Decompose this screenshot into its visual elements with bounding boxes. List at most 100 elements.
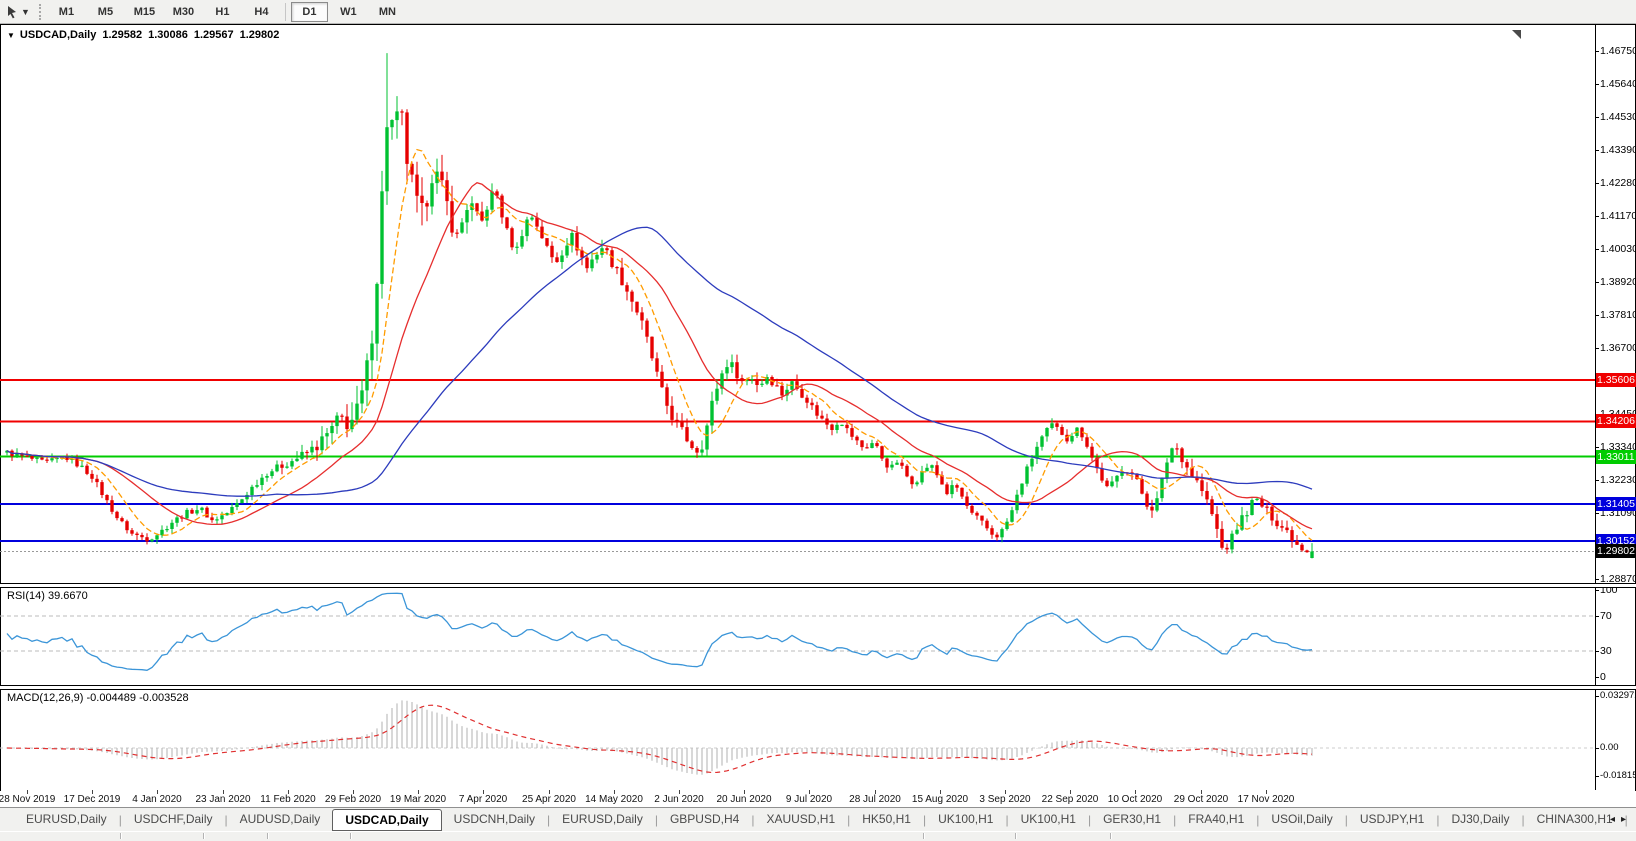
rsi-tickmark [1595, 677, 1599, 678]
date-label: 29 Feb 2020 [324, 794, 382, 805]
date-tickmark [223, 790, 224, 794]
date-label: 20 Jun 2020 [716, 794, 772, 805]
ohlc-high: 1.30086 [148, 29, 188, 41]
date-tickmark [940, 790, 941, 794]
cursor-tool-dropdown-icon[interactable]: ▼ [21, 7, 30, 17]
date-tickmark [809, 790, 810, 794]
timeframe-button-m1[interactable]: M1 [48, 2, 85, 22]
macd-signal-value: -0.003528 [139, 692, 189, 704]
tab-uk100-h1[interactable]: UK100,H1 [1009, 809, 1088, 830]
price-tickmark [1595, 150, 1599, 151]
date-label: 10 Oct 2020 [1107, 794, 1163, 805]
tab-scroll-arrows: ◂▸ [1610, 814, 1632, 825]
date-label: 28 Nov 2019 [0, 794, 56, 805]
price-tickmark [1595, 282, 1599, 283]
timeframe-button-mn[interactable]: MN [369, 2, 406, 22]
date-tickmark [1135, 790, 1136, 794]
date-tickmark [1201, 790, 1202, 794]
tab-scroll-left-icon[interactable]: ◂ [1610, 814, 1621, 825]
status-bar-divider [120, 833, 122, 839]
tab-scroll-right-icon[interactable]: ▸ [1621, 814, 1632, 825]
status-bar-divider [1110, 833, 1112, 839]
price-tick-label: 1.43390 [1600, 144, 1636, 156]
timeframe-button-d1[interactable]: D1 [290, 1, 328, 22]
rsi-value: 39.6670 [47, 590, 88, 602]
macd-tick-label: -0.018154 [1600, 770, 1636, 781]
status-bar-divider [923, 833, 925, 839]
price-tick-label: 1.32230 [1600, 474, 1636, 486]
date-tickmark [92, 790, 93, 794]
price-tickmark [1595, 480, 1599, 481]
cursor-tool-icon[interactable] [4, 4, 20, 20]
date-tickmark [353, 790, 354, 794]
price-tag: 1.34206 [1596, 414, 1636, 428]
date-label: 25 Apr 2020 [522, 794, 576, 805]
timeframe-button-m15[interactable]: M15 [126, 2, 163, 22]
tab-hk50-h1[interactable]: HK50,H1 [850, 809, 923, 830]
date-tickmark [744, 790, 745, 794]
tab-uk100-h1[interactable]: UK100,H1 [926, 809, 1005, 830]
macd-main-value: -0.004489 [86, 692, 137, 704]
tab-usoil-daily[interactable]: USOil,Daily [1259, 809, 1344, 830]
timeframe-button-w1[interactable]: W1 [330, 2, 367, 22]
date-tickmark [27, 790, 28, 794]
tab-usdchf-daily[interactable]: USDCHF,Daily [122, 809, 225, 830]
timeframe-button-m30[interactable]: M30 [165, 2, 202, 22]
price-tick-label: 1.42280 [1600, 177, 1636, 189]
date-label: 28 Jul 2020 [849, 794, 901, 805]
price-tag: 1.31405 [1596, 497, 1636, 511]
chart-shift-marker[interactable] [1512, 30, 1521, 39]
rsi-tick-label: 70 [1600, 610, 1612, 622]
timeframe-button-h1[interactable]: H1 [204, 2, 241, 22]
price-axis-border [1595, 24, 1596, 790]
tab-usdjpy-h1[interactable]: USDJPY,H1 [1348, 809, 1436, 830]
tab-audusd-daily[interactable]: AUDUSD,Daily [228, 809, 333, 830]
macd-panel-canvas[interactable] [0, 689, 1595, 790]
collapse-indicator-icon[interactable]: ▼ [7, 31, 15, 40]
date-tickmark [875, 790, 876, 794]
main-chart-canvas[interactable] [0, 25, 1595, 583]
date-tickmark [614, 790, 615, 794]
price-tickmark [1595, 249, 1599, 250]
date-tickmark [679, 790, 680, 794]
date-label: 3 Sep 2020 [979, 794, 1031, 805]
rsi-panel-canvas[interactable] [0, 587, 1595, 685]
tab-eurusd-daily[interactable]: EURUSD,Daily [14, 809, 119, 830]
price-tickmark [1595, 447, 1599, 448]
date-label: 7 Apr 2020 [458, 794, 508, 805]
tab-usdcad-daily[interactable]: USDCAD,Daily [332, 808, 442, 831]
price-tickmark [1595, 183, 1599, 184]
date-tickmark [1266, 790, 1267, 794]
tab-ger30-h1[interactable]: GER30,H1 [1091, 809, 1173, 830]
date-tickmark [288, 790, 289, 794]
status-bar-divider [1015, 833, 1017, 839]
price-tickmark [1595, 117, 1599, 118]
chart-symbol-label: USDCAD,Daily [19, 29, 97, 41]
timeframe-button-h4[interactable]: H4 [243, 2, 280, 22]
price-tick-label: 1.36700 [1600, 342, 1636, 354]
date-axis: 28 Nov 2019 17 Dec 2019 4 Jan 2020 23 Jan 2… [0, 790, 1636, 807]
tab-fra40-h1[interactable]: FRA40,H1 [1176, 809, 1256, 830]
main-rsi-separator[interactable] [0, 583, 1636, 588]
rsi-tickmark [1595, 590, 1599, 591]
date-label: 23 Jan 2020 [195, 794, 251, 805]
macd-label: MACD(12,26,9) -0.004489 -0.003528 [7, 692, 189, 704]
tab-dj30-daily[interactable]: DJ30,Daily [1439, 809, 1521, 830]
ohlc-low: 1.29567 [193, 29, 234, 41]
date-tickmark [1005, 790, 1006, 794]
tab-eurusd-daily[interactable]: EURUSD,Daily [550, 809, 655, 830]
rsi-macd-separator[interactable] [0, 685, 1636, 690]
tab-gbpusd-h4[interactable]: GBPUSD,H4 [658, 809, 751, 830]
toolbar-drag-handle[interactable] [38, 3, 41, 20]
macd-tick-label: 0.032972 [1600, 690, 1636, 701]
rsi-tickmark [1595, 616, 1599, 617]
timeframe-button-m5[interactable]: M5 [87, 2, 124, 22]
date-tickmark [157, 790, 158, 794]
date-label: 15 Aug 2020 [911, 794, 969, 805]
price-tag: 1.29802 [1596, 544, 1636, 558]
price-tickmark [1595, 579, 1599, 580]
price-tickmark [1595, 216, 1599, 217]
tab-xauusd-h1[interactable]: XAUUSD,H1 [754, 809, 847, 830]
tab-usdcnh-daily[interactable]: USDCNH,Daily [442, 809, 547, 830]
date-label: 22 Sep 2020 [1041, 794, 1099, 805]
